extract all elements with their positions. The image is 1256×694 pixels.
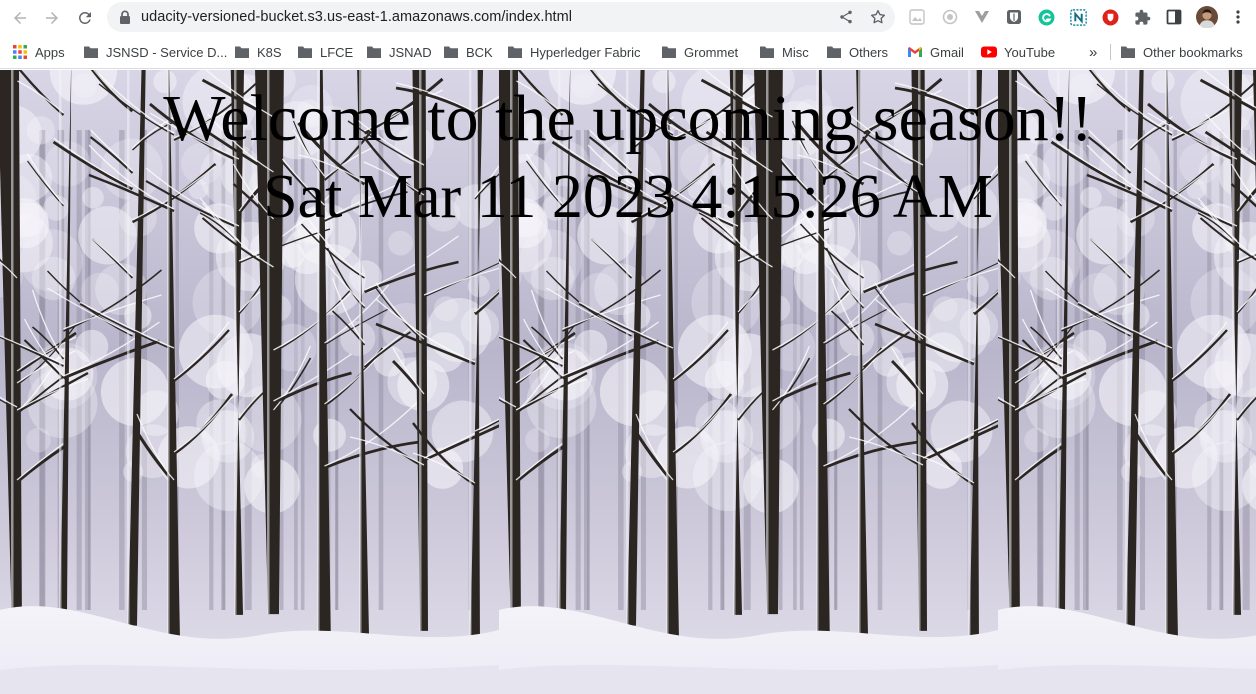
bookmark-label: LFCE <box>320 44 354 60</box>
kebab-menu-icon <box>1236 10 1240 24</box>
extension-button-4[interactable] <box>1005 8 1023 26</box>
folder-icon <box>1120 44 1136 60</box>
bookmark-label: JSNAD <box>389 44 432 60</box>
extension-button-3[interactable] <box>973 8 991 26</box>
bookmark-folder-others[interactable]: Others <box>826 42 888 62</box>
welcome-heading: Welcome to the upcoming season!! <box>163 82 1093 155</box>
bookmark-label: Misc <box>782 44 809 60</box>
bitwarden-icon <box>1007 10 1021 24</box>
back-button[interactable] <box>6 4 34 32</box>
bookmark-label: Gmail <box>930 44 964 60</box>
bookmarks-bar: Apps JSNSD - Service D... K8S LFCE JSNAD… <box>0 35 1256 69</box>
share-icon <box>840 10 852 24</box>
folder-icon <box>234 44 250 60</box>
n-extension-icon <box>1069 8 1087 26</box>
youtube-icon <box>981 44 997 60</box>
bookmark-folder-hyperledger-fabric[interactable]: Hyperledger Fabric <box>507 42 641 62</box>
browser-toolbar: udacity-versioned-bucket.s3.us-east-1.am… <box>0 0 1256 35</box>
extension-button-7[interactable] <box>1101 8 1119 26</box>
folder-icon <box>83 44 99 60</box>
bookmark-folder-bck[interactable]: BCK <box>443 42 493 62</box>
gmail-icon <box>907 44 923 60</box>
bookmark-folder-k8s[interactable]: K8S <box>234 42 282 62</box>
extension-button-5[interactable] <box>1037 8 1055 26</box>
avatar-icon <box>1196 6 1218 28</box>
bookmark-folder-jsnsd[interactable]: JSNSD - Service D... <box>83 42 227 62</box>
bookmark-label: BCK <box>466 44 493 60</box>
forward-arrow-icon <box>46 12 58 24</box>
bookmark-label: Grommet <box>684 44 739 60</box>
star-icon <box>870 9 886 24</box>
folder-icon <box>759 44 775 60</box>
bookmark-gmail[interactable]: Gmail <box>907 42 964 62</box>
vue-devtools-icon <box>975 11 989 23</box>
folder-icon <box>826 44 842 60</box>
bookmark-label: YouTube <box>1004 44 1056 60</box>
share-button[interactable] <box>836 7 856 27</box>
chevron-double-right-icon: » <box>1089 43 1098 61</box>
reload-button[interactable] <box>71 4 99 32</box>
extension-button-6[interactable] <box>1069 8 1087 26</box>
back-arrow-icon <box>14 12 26 24</box>
folder-icon <box>661 44 677 60</box>
bookmark-label: Apps <box>35 44 65 60</box>
folder-icon <box>507 44 523 60</box>
bookmark-label: Others <box>849 44 889 60</box>
shield-extension-icon <box>1102 9 1118 25</box>
headline-block: Welcome to the upcoming season!! Sat Mar… <box>0 80 1256 236</box>
browser-menu-button[interactable] <box>1229 8 1247 26</box>
bookmark-star-button[interactable] <box>868 7 888 27</box>
bookmark-label: Other bookmarks <box>1143 44 1243 60</box>
apps-grid-icon <box>12 44 28 60</box>
reload-icon <box>78 11 91 24</box>
timer-extension-icon <box>942 9 958 25</box>
bookmark-folder-jsnad[interactable]: JSNAD <box>366 42 432 62</box>
extension-button-1[interactable] <box>908 8 926 26</box>
folder-icon <box>297 44 313 60</box>
forward-button[interactable] <box>38 4 66 32</box>
bookmark-folder-lfce[interactable]: LFCE <box>297 42 353 62</box>
bookmark-apps[interactable]: Apps <box>12 42 65 62</box>
bookmark-label: K8S <box>257 44 282 60</box>
bookmarks-divider <box>1110 44 1111 60</box>
side-panel-button[interactable] <box>1165 8 1183 26</box>
side-panel-icon <box>1166 9 1182 25</box>
folder-icon <box>366 44 382 60</box>
bookmark-folder-misc[interactable]: Misc <box>759 42 809 62</box>
lock-icon <box>120 10 130 24</box>
profile-avatar[interactable] <box>1196 6 1218 28</box>
page-content: Welcome to the upcoming season!! Sat Mar… <box>0 70 1256 694</box>
bookmark-folder-grommet[interactable]: Grommet <box>661 42 738 62</box>
bookmark-label: Hyperledger Fabric <box>530 44 641 60</box>
bookmark-label: JSNSD - Service D... <box>106 44 228 60</box>
puzzle-icon <box>1134 9 1150 25</box>
address-bar[interactable]: udacity-versioned-bucket.s3.us-east-1.am… <box>107 2 895 32</box>
bookmarks-overflow-button[interactable]: » <box>1089 42 1097 62</box>
extension-button-2[interactable] <box>941 8 959 26</box>
extensions-menu-button[interactable] <box>1133 8 1151 26</box>
grammarly-icon <box>1038 9 1054 25</box>
folder-icon <box>443 44 459 60</box>
photo-extension-icon <box>909 9 925 25</box>
bookmark-other-bookmarks[interactable]: Other bookmarks <box>1120 42 1243 62</box>
datetime-text: Sat Mar 11 2023 4:15:26 AM <box>263 163 993 231</box>
url-text: udacity-versioned-bucket.s3.us-east-1.am… <box>141 9 573 25</box>
bookmark-youtube[interactable]: YouTube <box>981 42 1055 62</box>
